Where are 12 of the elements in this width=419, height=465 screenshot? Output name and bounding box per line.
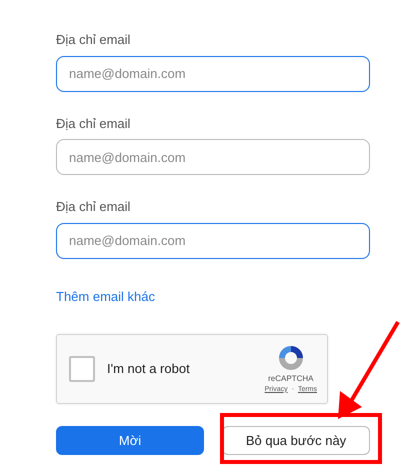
skip-button[interactable]: Bỏ qua bước này <box>222 426 370 455</box>
captcha-brand: reCAPTCHA <box>268 372 314 385</box>
add-email-link[interactable]: Thêm email khác <box>56 286 155 306</box>
email-field[interactable]: name@domain.com <box>56 139 370 175</box>
captcha-label: I'm not a robot <box>107 360 191 378</box>
captcha-checkbox[interactable] <box>69 356 95 382</box>
email-field[interactable]: name@domain.com <box>56 56 370 92</box>
invite-button[interactable]: Mời <box>56 426 204 455</box>
field-label: Địa chỉ email <box>56 31 130 49</box>
field-label: Địa chỉ email <box>56 114 130 132</box>
email-field[interactable]: name@domain.com <box>56 222 370 258</box>
field-label: Địa chỉ email <box>56 198 130 216</box>
